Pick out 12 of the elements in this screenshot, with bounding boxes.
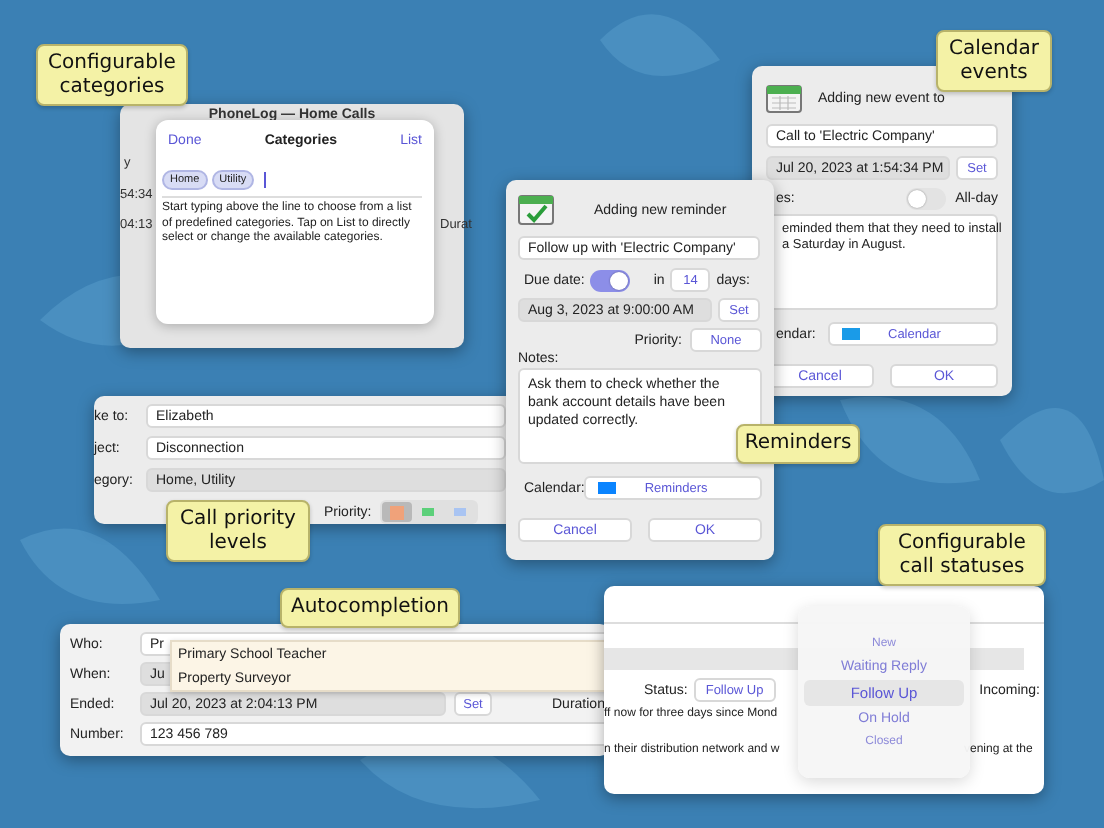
feature-callout: Configurable categories: [36, 44, 188, 106]
feature-callout: Configurable call statuses: [878, 524, 1046, 586]
due-date-toggle[interactable]: [590, 269, 631, 291]
priority-option[interactable]: [381, 502, 412, 522]
feature-callout: Autocompletion: [280, 588, 460, 627]
feature-callout: Reminders: [736, 424, 860, 463]
feature-callout: Call priority levels: [166, 500, 310, 562]
feature-callout: Calendar events: [936, 30, 1052, 92]
checkmark-calendar-icon: [518, 194, 554, 226]
calendar-icon: [766, 83, 802, 113]
text-cursor: [264, 172, 267, 188]
all-day-toggle[interactable]: [905, 187, 946, 209]
